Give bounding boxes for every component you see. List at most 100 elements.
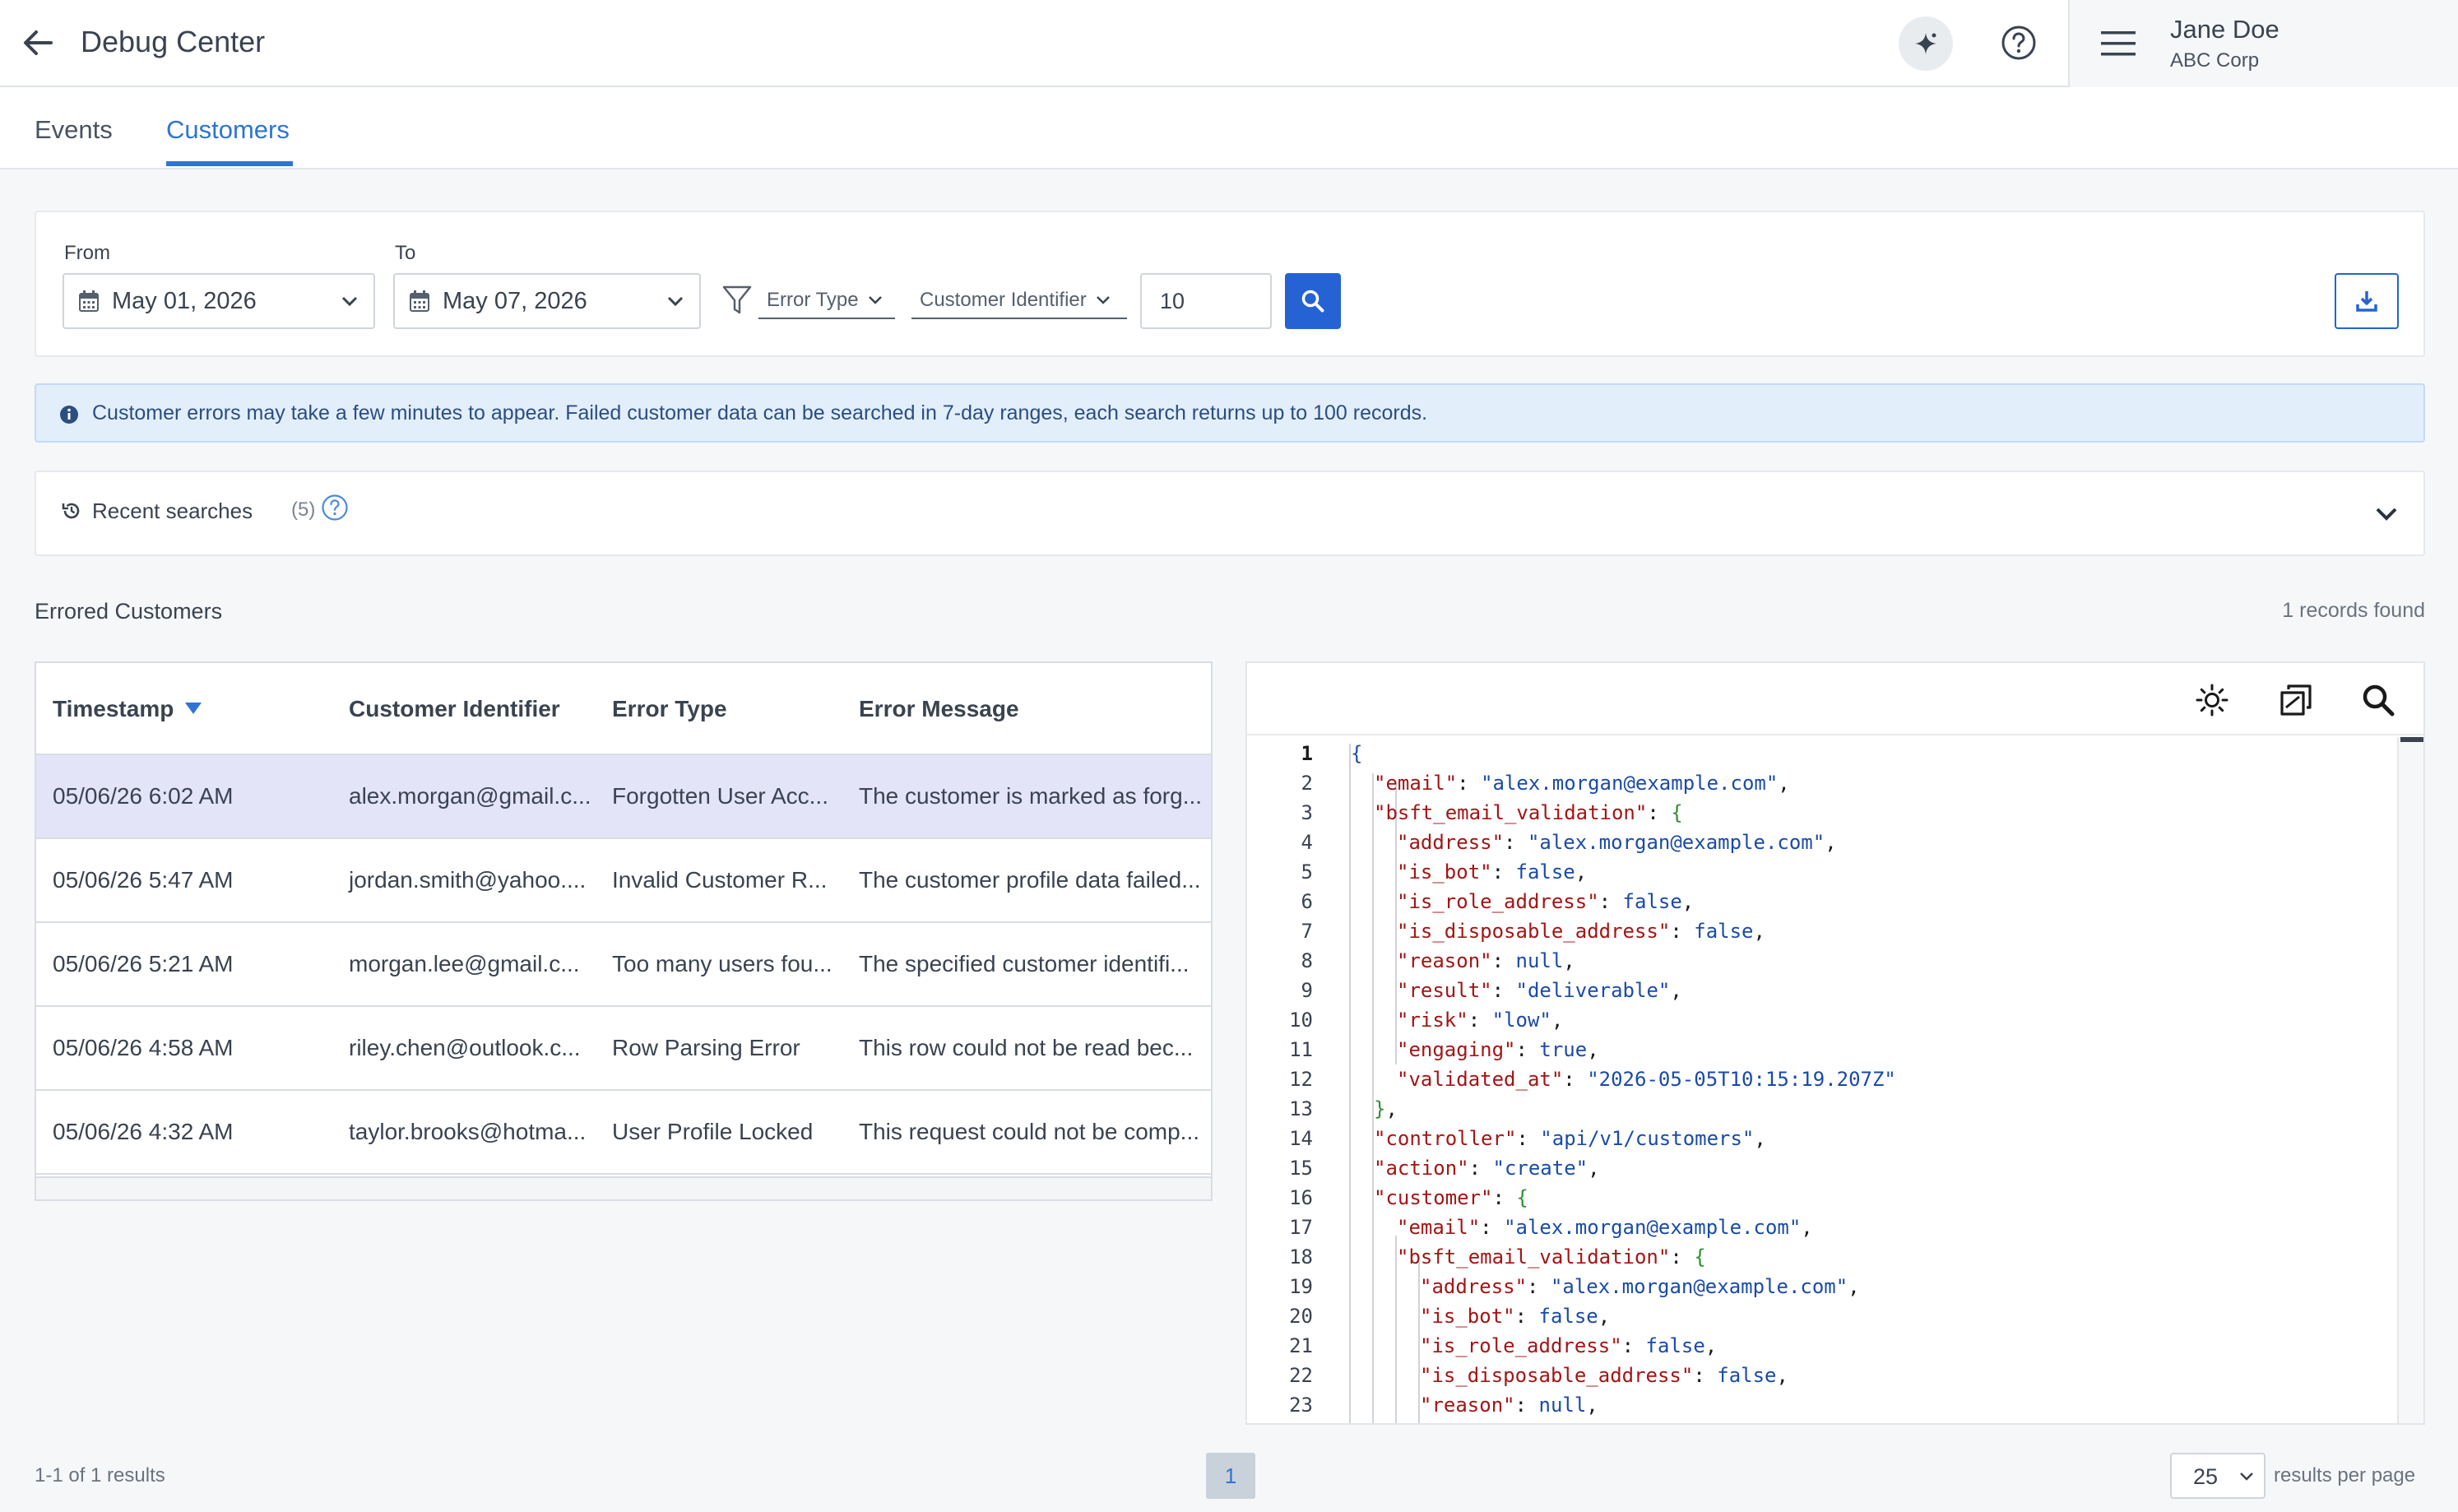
code-line: 16 "customer": { <box>1247 1183 2423 1213</box>
code-token: , <box>1588 1157 1600 1180</box>
code-token: : <box>1504 831 1528 854</box>
code-token: , <box>1575 860 1588 884</box>
code-line: 18 "bsft_email_validation": { <box>1247 1242 2423 1272</box>
ai-assistant-button[interactable] <box>1899 16 1953 71</box>
search-icon[interactable] <box>2361 683 2395 717</box>
info-icon <box>60 406 78 424</box>
cell-error-message: This request could not be comp... <box>859 1119 1199 1144</box>
table-row[interactable]: 05/06/26 6:02 AM alex.morgan@gmail.c... … <box>36 755 1211 839</box>
info-banner-text: Customer errors may take a few minutes t… <box>92 401 1428 424</box>
sparkle-icon <box>1915 33 1936 54</box>
customer-identifier-dropdown[interactable]: Customer Identifier <box>911 283 1127 319</box>
scrollbar-thumb[interactable] <box>2400 737 2423 742</box>
code-line: 14 "controller": "api/v1/customers", <box>1247 1124 2423 1153</box>
code-line: 23 "reason": null, <box>1247 1390 2423 1420</box>
line-number: 14 <box>1289 1127 1313 1150</box>
search-icon <box>1301 290 1324 313</box>
cell-customer-identifier: riley.chen@outlook.c... <box>349 1035 581 1060</box>
code-token: "email" <box>1374 772 1458 795</box>
line-number: 20 <box>1289 1305 1313 1328</box>
code-text: "result": "deliverable", <box>1397 976 1682 1005</box>
code-token: , <box>1825 831 1837 854</box>
code-token: : <box>1457 772 1482 795</box>
info-banner: Customer errors may take a few minutes t… <box>35 383 2425 443</box>
column-header-error-type[interactable]: Error Type <box>612 696 727 722</box>
code-token: : <box>1598 890 1623 913</box>
table-row[interactable]: 05/06/26 4:32 AM taylor.brooks@hotma... … <box>36 1091 1211 1175</box>
cell-error-message: The specified customer identifi... <box>859 951 1190 976</box>
code-text: "validated_at": "2026-05-05T10:15:19.207… <box>1397 1064 1896 1094</box>
user-menu[interactable]: Jane Doe ABC Corp <box>2068 0 2458 87</box>
horizontal-scrollbar[interactable] <box>36 1176 1211 1199</box>
code-text: "is_disposable_address": false, <box>1420 1361 1788 1390</box>
chevron-down-icon <box>868 296 882 304</box>
hamburger-menu-icon[interactable] <box>2101 30 2136 58</box>
recent-searches-panel[interactable]: Recent searches (5) <box>35 471 2425 556</box>
history-icon <box>62 503 80 519</box>
help-icon[interactable] <box>2001 25 2037 61</box>
error-type-dropdown[interactable]: Error Type <box>758 283 895 319</box>
search-button[interactable] <box>1285 273 1341 329</box>
line-number: 15 <box>1289 1157 1313 1180</box>
from-date-picker[interactable]: May 01, 2026 <box>63 273 375 329</box>
code-token: , <box>1551 1009 1564 1032</box>
line-number: 5 <box>1301 860 1313 884</box>
code-token: false <box>1717 1364 1777 1387</box>
chevron-down-icon[interactable] <box>2374 505 2399 523</box>
to-date-picker[interactable]: May 07, 2026 <box>393 273 701 329</box>
column-header-timestamp[interactable]: Timestamp <box>53 696 174 722</box>
code-token: : <box>1468 1157 1493 1180</box>
code-token: "alex.morgan@example.com" <box>1527 831 1825 854</box>
vertical-scrollbar[interactable] <box>2397 737 2423 1423</box>
code-token: "is_disposable_address" <box>1397 920 1671 943</box>
per-page-label: results per page <box>2274 1464 2416 1486</box>
records-found-count: 1 records found <box>2282 599 2425 622</box>
sort-descending-icon[interactable] <box>184 701 202 716</box>
theme-icon[interactable] <box>2195 683 2229 717</box>
chevron-down-icon <box>2240 1473 2253 1481</box>
error-type-label: Error Type <box>767 289 859 311</box>
line-number: 13 <box>1289 1097 1313 1120</box>
code-token: { <box>1671 801 1683 824</box>
copy-icon[interactable] <box>2279 683 2313 717</box>
json-viewer-toolbar <box>1247 663 2423 735</box>
tab-customers[interactable]: Customers <box>166 115 290 145</box>
code-token: : <box>1670 1245 1695 1269</box>
help-icon[interactable] <box>321 494 349 522</box>
code-line: 9 "result": "deliverable", <box>1247 976 2423 1005</box>
results-summary: 1-1 of 1 results <box>35 1464 165 1486</box>
code-text: "bsft_email_validation": { <box>1397 1242 1706 1272</box>
limit-input[interactable]: 10 <box>1140 273 1272 329</box>
code-line: 4 "address": "alex.morgan@example.com", <box>1247 828 2423 857</box>
code-line: 21 "is_role_address": false, <box>1247 1331 2423 1361</box>
back-arrow-icon[interactable] <box>20 25 56 61</box>
code-token: "alex.morgan@example.com" <box>1550 1275 1848 1298</box>
code-token: "reason" <box>1420 1394 1515 1417</box>
table-row[interactable]: 05/06/26 5:21 AM morgan.lee@gmail.c... T… <box>36 923 1211 1007</box>
code-token: , <box>1753 920 1765 943</box>
table-row[interactable]: 05/06/26 5:47 AM jordan.smith@yahoo.... … <box>36 839 1211 923</box>
code-text: "email": "alex.morgan@example.com", <box>1397 1213 1813 1242</box>
code-token: "is_role_address" <box>1397 890 1599 913</box>
pagination-page-button[interactable]: 1 <box>1206 1453 1255 1499</box>
code-text: { <box>1351 739 1362 768</box>
column-header-error-message[interactable]: Error Message <box>859 696 1019 722</box>
code-token: : <box>1621 1334 1646 1357</box>
line-number: 23 <box>1289 1394 1313 1417</box>
code-line: 5 "is_bot": false, <box>1247 857 2423 887</box>
code-token: "is_bot" <box>1420 1305 1515 1328</box>
table-row[interactable]: 05/06/26 4:58 AM riley.chen@outlook.c...… <box>36 1007 1211 1091</box>
cell-customer-identifier: jordan.smith@yahoo.... <box>349 867 587 893</box>
column-header-customer-identifier[interactable]: Customer Identifier <box>349 696 560 722</box>
code-token: : <box>1516 1127 1541 1150</box>
download-button[interactable] <box>2335 273 2399 329</box>
json-code-area[interactable]: 1{2 "email": "alex.morgan@example.com", 3 "… <box>1247 735 2423 1423</box>
results-per-page-select[interactable]: 25 <box>2170 1453 2266 1499</box>
code-line: 17 "email": "alex.morgan@example.com", <box>1247 1213 2423 1242</box>
chevron-down-icon <box>341 296 358 307</box>
tab-events[interactable]: Events <box>35 115 113 145</box>
code-token: : <box>1491 979 1516 1002</box>
code-text: "is_bot": false, <box>1420 1301 1610 1331</box>
code-token: "create" <box>1492 1157 1588 1180</box>
code-token: "bsft_email_validation" <box>1374 801 1648 824</box>
